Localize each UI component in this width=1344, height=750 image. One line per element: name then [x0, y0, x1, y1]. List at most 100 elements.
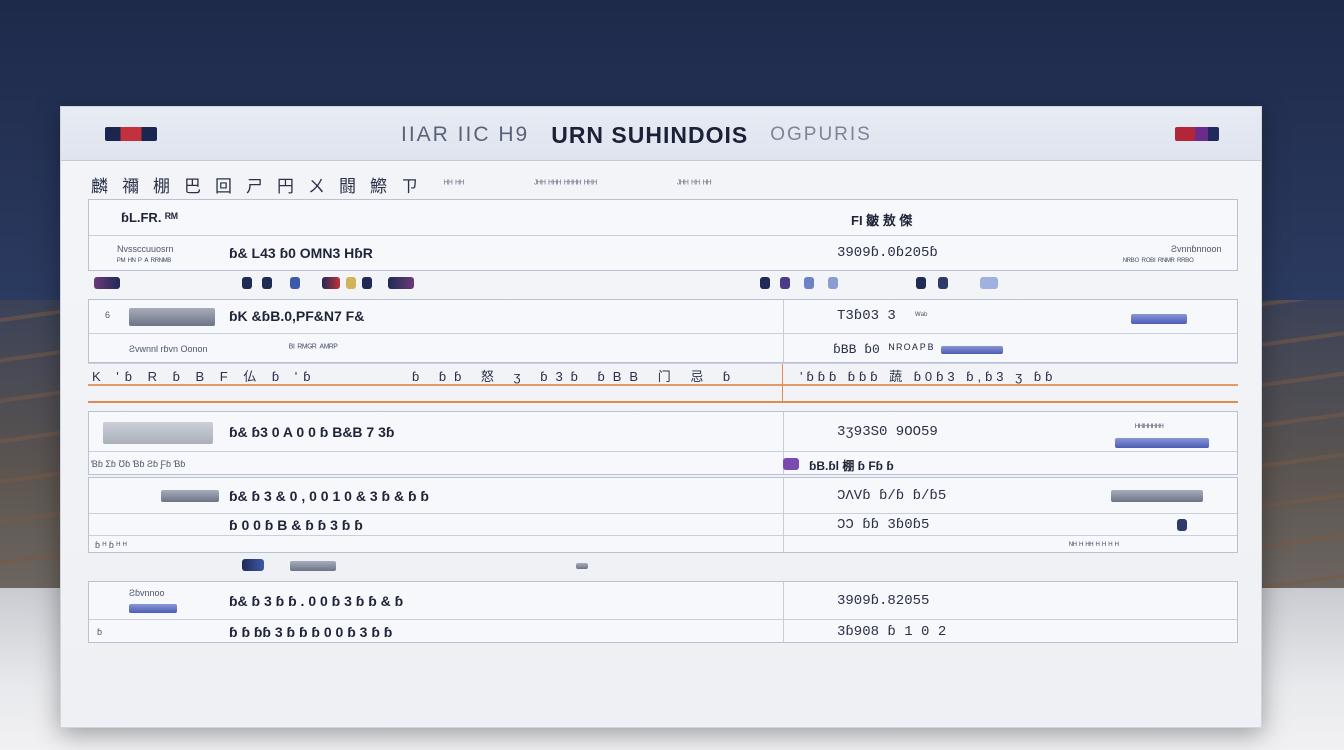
status-dot[interactable] [290, 277, 300, 289]
toolbar-item[interactable]: 巴 [182, 172, 203, 197]
table-row[interactable]: Ɓɓ Ʃɓ Ʊɓ Ɓɓ Ƨɓ Ƒɓ Ɓɓ ɓB.ɓl 棚 ɓ Fɓ ɓ [89, 452, 1237, 476]
status-dot[interactable] [262, 277, 272, 289]
row-right-sublabel: ᴺᴿᴮᴼ ᴿᴼᴮᴵ ᴿᴺᴹᴿ ᴿᴿᴮᴼ [1123, 256, 1194, 266]
table-row[interactable]: ɓ 0 0 ɓ B & ɓ ɓ 3 ɓ ɓ ƆƆ ɓɓ 3ɓ0ɓ5 [89, 514, 1237, 536]
row-value: ɓBB ɓ0 ᴺᴿᴼᴬᴾᴮ [833, 342, 935, 357]
status-dot [1177, 519, 1187, 531]
status-dot[interactable] [980, 277, 998, 289]
brand-logo-right[interactable] [1175, 127, 1219, 141]
row-tag [941, 346, 1003, 354]
status-dot[interactable] [780, 277, 790, 289]
status-dot[interactable] [322, 277, 340, 289]
row-right-label: Ƨvnnɓnnoon [1171, 244, 1222, 254]
row-tag [1131, 314, 1187, 324]
row-label: Ɓɓ Ʃɓ Ʊɓ Ɓɓ Ƨɓ Ƒɓ Ɓɓ [91, 459, 186, 469]
row-value: ƆΛVɓ ɓ/ɓ ɓ/ɓ5 [837, 488, 947, 504]
stripe-label-right: 'ɓɓɓ ɓɓɓ 蔬 ɓ0ɓ3 ɓ,ɓ3 ʒ ɓɓ [800, 369, 1057, 384]
row-value: 3909ɓ.0ɓ205ɓ [837, 245, 938, 261]
row-index: 6 [105, 310, 111, 320]
record-panel-4: ɓ& ɓ 3 & 0 , 0 0 1 0 & 3 ɓ & ɓ ɓ ƆΛVɓ ɓ/… [88, 477, 1238, 553]
row-sublabel: ᴾᴹ ᴴᴺ ᴾ ᴬ ᴿᴿᴺᴹᴮ [117, 256, 172, 266]
toolbar-item[interactable]: ㄨ [306, 172, 327, 197]
row-label: ɓ ᴴ ɓ ᴴ ᴴ [95, 540, 127, 550]
timeline-stripe[interactable]: K 'ɓ R ɓ B F 仏 ɓ 'ɓ ɓ ɓɓ 怒 ʒ ɓ3ɓ ɓBB 门 忌… [88, 363, 1238, 403]
record-panel-5: Ƨɓvnnoo ɓ& ɓ 3 ɓ ɓ . 0 0 ɓ 3 ɓ ɓ & ɓ 390… [88, 581, 1238, 643]
row-sublabel: ᴮᴵ ᴿᴹᴳᴿ ᴬᴹᴿᴾ [289, 343, 338, 354]
status-dot[interactable] [346, 277, 356, 289]
floating-item-row[interactable] [88, 553, 1238, 579]
record-panel-1: ɓL.FR. ᴿᴹ FI 皺 敖 傑 Nvssccuuosrn ᴾᴹ ᴴᴺ ᴾ … [88, 199, 1238, 271]
row-value: 3909ɓ.82055 [837, 593, 930, 609]
row-sublabel: ᴺᴴ ᴴ ᴴᴴ ᴴ ᴴ ᴴ ᴴ [1069, 540, 1119, 550]
toolbar-item[interactable]: ㄕ [244, 172, 265, 197]
row-tag [129, 604, 177, 613]
row-label: Nvssccuuosrn [117, 244, 174, 254]
brand-logo-left[interactable] [105, 127, 157, 141]
title-suffix: OGPURIS [770, 124, 872, 145]
toolbar-meta: ᴴᴴ ᴴᴴ [444, 178, 464, 190]
status-dot[interactable] [362, 277, 372, 289]
row-thumbnail [103, 422, 213, 444]
row-label: ᵂᵃᵇ [915, 310, 928, 320]
column-divider [782, 364, 783, 401]
row-header-right: FI 皺 敖 傑 [851, 213, 913, 228]
row-label: Ƨvwnnl rɓvn Oonon [129, 344, 208, 354]
table-row[interactable]: 6 ɓK &ɓB.0,PF&N7 F& T3ɓ03 3 ᵂᵃᵇ [89, 300, 1237, 334]
toolbar-item[interactable]: 棚 [151, 172, 172, 197]
main-window: IIAR IIC H9 URN SUHINDOIS OGPURIS 麟 禰 棚 … [60, 106, 1262, 728]
row-tag [1111, 490, 1203, 502]
row-value: 3ɓ908 ɓ 1 0 2 [837, 624, 947, 640]
item-label [290, 561, 336, 571]
toolbar-item[interactable]: 回 [213, 172, 234, 197]
status-dot[interactable] [916, 277, 926, 289]
row-value: T3ɓ03 3 [837, 308, 896, 324]
stripe-label-mid: ɓ ɓɓ 怒 ʒ ɓ3ɓ ɓBB 门 忌 ɓ [412, 369, 739, 384]
status-dot[interactable] [804, 277, 814, 289]
row-title: ɓ 0 0 ɓ B & ɓ ɓ 3 ɓ ɓ [229, 517, 363, 533]
toolbar-item[interactable]: 闘 [337, 172, 358, 197]
status-dot[interactable] [828, 277, 838, 289]
toolbar-meta: ᴶᴴᴴ ᴴᴴᴴ ᴴᴴᴴᴴ ᴴᴴᴴ [533, 178, 597, 190]
status-dot[interactable] [760, 277, 770, 289]
row-title: ɓ& ɓ 3 & 0 , 0 0 1 0 & 3 ɓ & ɓ ɓ [229, 488, 429, 504]
toolbar-item[interactable]: 鰶 [368, 172, 389, 197]
table-row[interactable]: ɓ ᴴ ɓ ᴴ ᴴ ᴺᴴ ᴴ ᴴᴴ ᴴ ᴴ ᴴ ᴴ [89, 536, 1237, 554]
status-dot[interactable] [388, 277, 414, 289]
record-panel-2: 6 ɓK &ɓB.0,PF&N7 F& T3ɓ03 3 ᵂᵃᵇ Ƨvwnnl r… [88, 299, 1238, 363]
record-panel-3: ɓ& ɓ3 0 A 0 0 ɓ B&B 7 3ɓ 3ʒ93S0 9OO59 ᴴᴴ… [88, 411, 1238, 475]
row-label: Ƨɓvnnoo [129, 588, 165, 598]
status-dot[interactable] [242, 277, 252, 289]
row-index: ɓ [97, 627, 103, 637]
status-dot [783, 458, 799, 470]
status-dot[interactable] [94, 277, 120, 289]
window-title: IIAR IIC H9 URN SUHINDOIS OGPURIS [401, 121, 921, 149]
toolbar-item[interactable]: ㄗ [399, 172, 420, 197]
toolbar: 麟 禰 棚 巴 回 ㄕ 円 ㄨ 闘 鰶 ㄗ ᴴᴴ ᴴᴴ ᴶᴴᴴ ᴴᴴᴴ ᴴᴴᴴᴴ… [89, 171, 1239, 197]
row-note: ᴴᴴᴵᴴᴴᴴᴴᴴ [1135, 422, 1164, 432]
row-title: ɓK &ɓB.0,PF&N7 F& [229, 308, 365, 324]
row-title: ɓ& ɓ3 0 A 0 0 ɓ B&B 7 3ɓ [229, 424, 395, 440]
title-bar: IIAR IIC H9 URN SUHINDOIS OGPURIS [61, 107, 1261, 161]
table-row[interactable]: ɓL.FR. ᴿᴹ FI 皺 敖 傑 [89, 200, 1237, 236]
table-row[interactable]: ɓ ɓ ɓ ɓɓ 3 ɓ ɓ ɓ 0 0 ɓ 3 ɓ ɓ 3ɓ908 ɓ 1 0… [89, 620, 1237, 644]
row-title: ɓ& L43 ɓ0 OMN3 HɓR [229, 245, 373, 261]
item-icon [242, 559, 264, 571]
row-value: ƆƆ ɓɓ 3ɓ0ɓ5 [837, 517, 930, 533]
toolbar-meta: ᴶᴴᴴ ᴴᴴ ᴴᴴ [676, 178, 712, 190]
item-marker [576, 563, 588, 569]
status-strip [88, 273, 1238, 293]
table-row[interactable]: ɓ& ɓ3 0 A 0 0 ɓ B&B 7 3ɓ 3ʒ93S0 9OO59 ᴴᴴ… [89, 412, 1237, 452]
row-thumbnail [161, 490, 219, 502]
table-row[interactable]: Nvssccuuosrn ᴾᴹ ᴴᴺ ᴾ ᴬ ᴿᴿᴺᴹᴮ ɓ& L43 ɓ0 O… [89, 236, 1237, 272]
toolbar-item[interactable]: 麟 [89, 172, 110, 197]
toolbar-item[interactable]: 円 [275, 172, 296, 197]
stripe-label-left: K 'ɓ R ɓ B F 仏 ɓ 'ɓ [92, 369, 317, 384]
row-thumbnail [129, 308, 215, 326]
status-dot[interactable] [938, 277, 948, 289]
table-row[interactable]: Ƨvwnnl rɓvn Oonon ᴮᴵ ᴿᴹᴳᴿ ᴬᴹᴿᴾ ɓBB ɓ0 ᴺᴿ… [89, 334, 1237, 364]
table-row[interactable]: ɓ& ɓ 3 & 0 , 0 0 1 0 & 3 ɓ & ɓ ɓ ƆΛVɓ ɓ/… [89, 478, 1237, 514]
row-title: ɓ ɓ ɓɓ 3 ɓ ɓ ɓ 0 0 ɓ 3 ɓ ɓ [229, 624, 393, 640]
row-title: ɓ& ɓ 3 ɓ ɓ . 0 0 ɓ 3 ɓ ɓ & ɓ [229, 593, 404, 609]
table-row[interactable]: Ƨɓvnnoo ɓ& ɓ 3 ɓ ɓ . 0 0 ɓ 3 ɓ ɓ & ɓ 390… [89, 582, 1237, 620]
toolbar-item[interactable]: 禰 [120, 172, 141, 197]
